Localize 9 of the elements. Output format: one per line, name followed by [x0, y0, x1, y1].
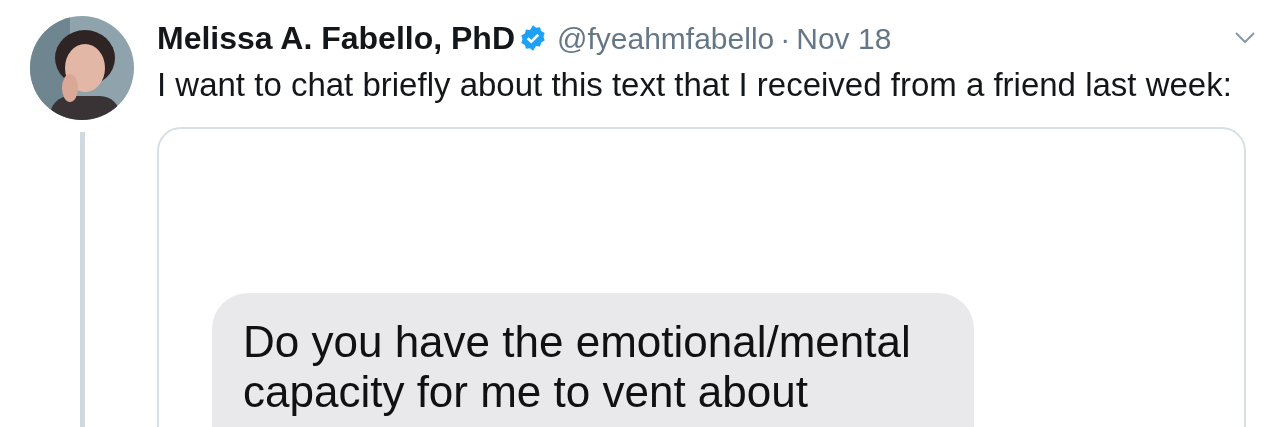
- separator: ·: [780, 20, 791, 57]
- tweet-text: I want to chat briefly about this text that I received from a friend last week:: [157, 65, 1233, 105]
- image-card[interactable]: Do you have the emotional/mental capacity for me to vent about: [157, 127, 1246, 427]
- tweet-date[interactable]: Nov 18: [796, 15, 892, 61]
- author-name[interactable]: Melissa A. Fabello, PhD: [157, 14, 515, 62]
- message-line: capacity for me to vent about: [243, 367, 809, 417]
- message-line: Do you have the emotional/mental: [243, 317, 912, 367]
- chevron-down-icon[interactable]: [1234, 31, 1256, 45]
- author-handle[interactable]: @fyeahmfabello: [557, 15, 775, 61]
